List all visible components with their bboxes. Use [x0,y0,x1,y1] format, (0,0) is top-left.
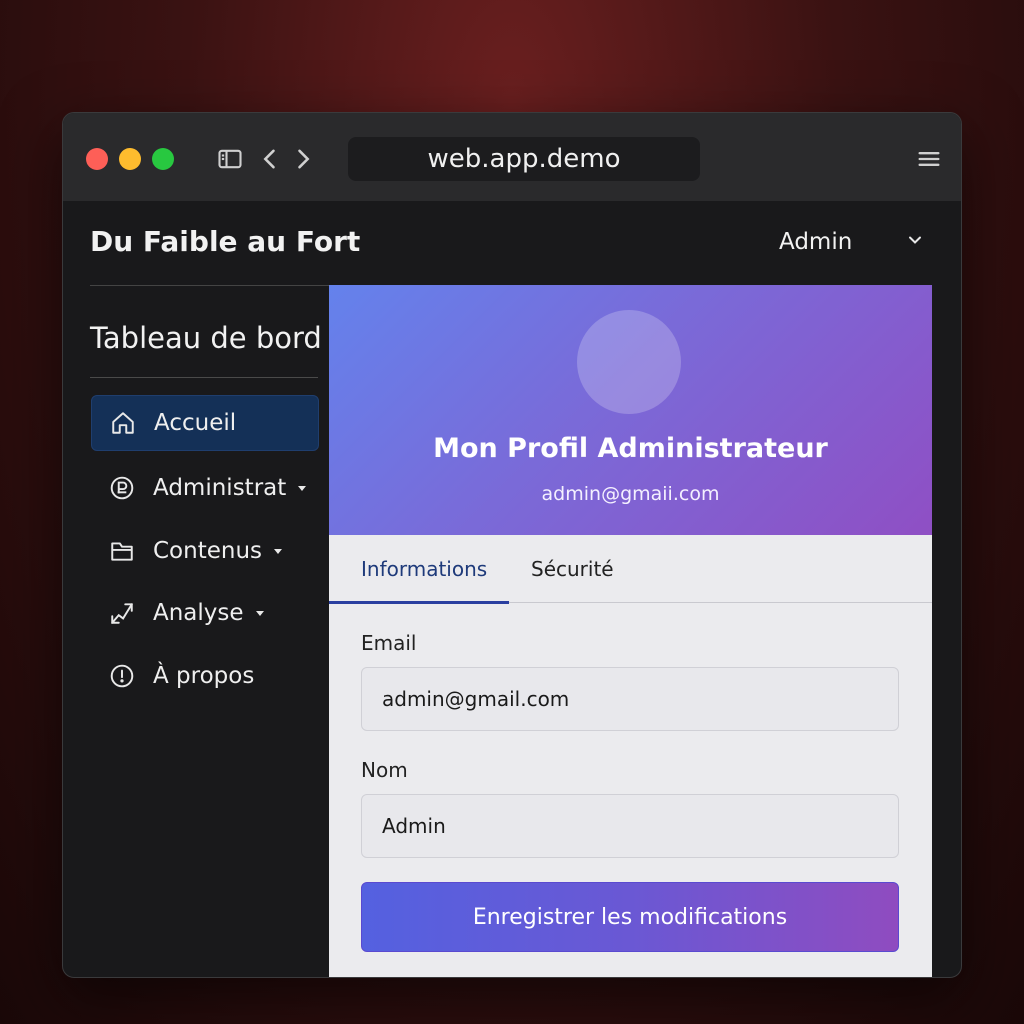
tab-securite[interactable]: Sécurité [531,557,614,581]
caret-down-icon [298,486,307,491]
sidebar-item-accueil[interactable]: Accueil [91,395,319,451]
caret-down-icon [255,611,264,616]
name-label: Nom [361,758,408,782]
browser-window: web.app.demo Du Faible au Fort Admin Tab… [62,112,962,978]
sidebar-item-administration[interactable]: Administrat [91,460,319,516]
avatar [577,310,681,414]
profile-panel: Mon Profil Administrateur admin@gmaii.co… [329,285,932,977]
profile-title: Mon Profil Administrateur [433,433,828,464]
profile-email: admin@gmaii.com [541,483,720,505]
sidebar-item-a-propos[interactable]: À propos [91,648,319,704]
close-window-button[interactable] [86,148,108,170]
app-header: Du Faible au Fort Admin [63,201,961,285]
browser-titlebar: web.app.demo [63,113,961,201]
sidebar-item-label: Administrat [153,475,287,501]
sidebar-toggle-icon[interactable] [216,145,244,173]
info-icon [109,663,135,689]
url-text: web.app.demo [427,144,621,174]
tab-informations[interactable]: Informations [361,557,487,581]
sidebar-title: Tableau de bord [90,321,322,355]
sidebar-item-label: Contenus [153,538,263,564]
save-button[interactable]: Enregistrer les modifications [361,882,899,952]
forward-icon[interactable] [289,145,317,173]
analytics-icon [109,600,135,626]
sidebar: Tableau de bord Accueil Administrat Cont… [63,285,329,977]
sidebar-item-label: Accueil [154,410,237,436]
brand-title: Du Faible au Fort [90,225,361,258]
admin-icon [109,475,135,501]
active-tab-indicator [329,601,509,604]
sidebar-item-contenus[interactable]: Contenus [91,523,319,579]
caret-down-icon [274,549,283,554]
minimize-window-button[interactable] [119,148,141,170]
email-field[interactable] [361,667,899,731]
home-icon [110,410,136,436]
sidebar-item-label: Analyse [153,600,244,626]
hamburger-menu-icon[interactable] [915,145,943,173]
user-menu-dropdown[interactable]: Admin [779,225,929,259]
email-label: Email [361,631,417,655]
sidebar-item-label: À propos [153,663,255,689]
chevron-down-icon [909,236,921,244]
name-field[interactable] [361,794,899,858]
folder-icon [109,538,135,564]
sidebar-divider [90,377,318,378]
sidebar-item-analyse[interactable]: Analyse [91,585,319,641]
back-icon[interactable] [256,145,284,173]
address-bar[interactable]: web.app.demo [348,137,700,181]
user-menu-label: Admin [779,229,853,255]
profile-header: Mon Profil Administrateur admin@gmaii.co… [329,285,932,535]
profile-tabs: Informations Sécurité [329,535,932,603]
maximize-window-button[interactable] [152,148,174,170]
